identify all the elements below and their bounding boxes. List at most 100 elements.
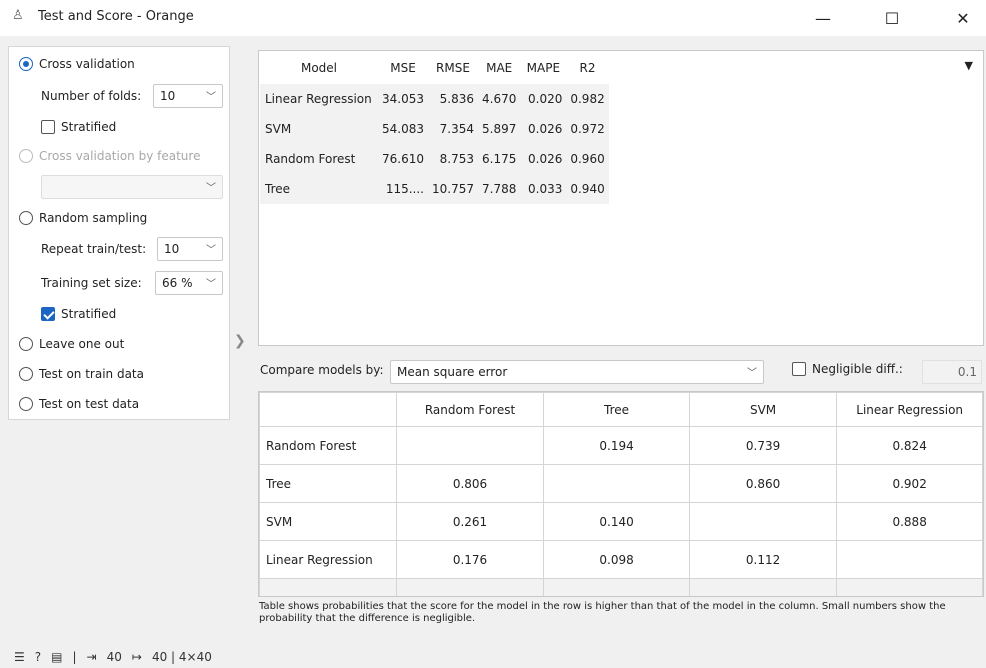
column-header: SVM <box>688 392 838 427</box>
window-title: Test and Score - Orange <box>38 9 194 24</box>
title-bar: ♙ Test and Score - Orange — ☐ ✕ <box>0 0 986 36</box>
table-cell: 0.824 <box>836 426 983 465</box>
row-header: SVM <box>259 502 397 541</box>
number-of-folds-select[interactable]: 10 ﹀ <box>153 84 223 108</box>
table-cell: 5.897 <box>478 114 521 144</box>
table-cell: 54.083 <box>378 114 428 144</box>
table-row[interactable]: SVM 54.083 7.354 5.897 0.026 0.972 <box>260 114 609 144</box>
training-set-size-select[interactable]: 66 % ﹀ <box>155 271 223 295</box>
table-cell: 0.972 <box>566 114 609 144</box>
test-on-train-label: Test on train data <box>39 367 144 381</box>
model-name: SVM <box>260 114 378 144</box>
table-cell: 10.757 <box>428 174 478 204</box>
stratified-rs-option[interactable]: Stratified <box>41 303 116 325</box>
evaluation-table: Model MSE RMSE MAE MAPE R2 Linear Regres… <box>260 52 609 204</box>
menu-icon[interactable]: ☰ <box>14 650 25 664</box>
column-header[interactable]: Model <box>260 52 378 84</box>
chevron-right-icon[interactable]: ❯ <box>234 333 246 349</box>
chevron-down-icon: ﹀ <box>206 245 216 256</box>
column-header[interactable]: MAE <box>478 52 521 84</box>
column-header[interactable]: R2 <box>566 52 609 84</box>
table-cell: 5.836 <box>428 84 478 114</box>
column-header[interactable]: MAPE <box>520 52 567 84</box>
table-row: Linear Regression 0.176 0.098 0.112 <box>259 540 983 579</box>
column-header: Random Forest <box>395 392 545 427</box>
chevron-down-icon: ﹀ <box>206 92 216 103</box>
checkbox-checked-icon[interactable] <box>41 307 55 321</box>
compare-metric-select[interactable]: Mean square error ﹀ <box>390 360 764 384</box>
chevron-down-icon: ﹀ <box>747 368 757 379</box>
column-header: Linear Regression <box>836 392 983 427</box>
table-cell <box>836 540 983 579</box>
compare-metric-value: Mean square error <box>397 365 508 379</box>
radio-icon[interactable] <box>19 367 33 381</box>
comparison-panel: Random Forest Tree SVM Linear Regression… <box>258 391 984 597</box>
leave-one-out-option[interactable]: Leave one out <box>19 333 124 355</box>
cross-validation-option[interactable]: Cross validation <box>19 53 135 75</box>
checkbox-icon[interactable] <box>792 362 806 376</box>
table-cell: 0.860 <box>688 464 838 503</box>
filler-cell <box>395 578 545 596</box>
close-button[interactable]: ✕ <box>940 0 986 36</box>
repeat-train-test-select[interactable]: 10 ﹀ <box>157 237 223 261</box>
test-on-train-option[interactable]: Test on train data <box>19 363 144 385</box>
checkbox-icon[interactable] <box>41 120 55 134</box>
stratified-cv-label: Stratified <box>61 120 117 134</box>
table-cell <box>688 502 838 541</box>
table-cell: 0.020 <box>520 84 567 114</box>
comparison-header-row: Random Forest Tree SVM Linear Regression <box>259 392 983 427</box>
cv-by-feature-option: Cross validation by feature <box>19 145 200 167</box>
random-sampling-label: Random sampling <box>39 211 148 225</box>
output-icon: ↦ <box>131 650 142 664</box>
table-row[interactable]: Random Forest 76.610 8.753 6.175 0.026 0… <box>260 144 609 174</box>
table-cell: 4.670 <box>478 84 521 114</box>
table-cell: 7.354 <box>428 114 478 144</box>
negligible-diff-option[interactable]: Negligible diff.: <box>792 362 903 376</box>
input-count: 40 <box>106 650 122 664</box>
table-row[interactable]: Tree 115.... 10.757 7.788 0.033 0.940 <box>260 174 609 204</box>
radio-icon[interactable] <box>19 397 33 411</box>
filler-cell <box>688 578 838 596</box>
minimize-button[interactable]: — <box>800 0 846 36</box>
help-icon[interactable]: ? <box>35 650 41 664</box>
table-row: SVM 0.261 0.140 0.888 <box>259 502 983 541</box>
table-cell: 0.098 <box>543 540 690 579</box>
report-icon[interactable]: ▤ <box>51 650 62 664</box>
chevron-down-icon: ﹀ <box>206 279 216 290</box>
radio-icon[interactable] <box>19 337 33 351</box>
test-on-test-label: Test on test data <box>39 397 140 411</box>
column-header[interactable]: MSE <box>378 52 428 84</box>
table-cell: 6.175 <box>478 144 521 174</box>
filler-cell <box>543 578 690 596</box>
chevron-down-icon: ﹀ <box>206 183 216 194</box>
column-header: Tree <box>543 392 690 427</box>
table-row[interactable]: Linear Regression 34.053 5.836 4.670 0.0… <box>260 84 609 114</box>
column-menu-icon[interactable]: ▼ <box>965 59 973 72</box>
negligible-diff-input[interactable]: 0.1 <box>922 360 982 384</box>
training-set-size-value: 66 % <box>162 276 193 290</box>
table-cell: 34.053 <box>378 84 428 114</box>
table-row: Random Forest 0.194 0.739 0.824 <box>259 426 983 465</box>
test-on-test-option[interactable]: Test on test data <box>19 393 139 415</box>
evaluation-results-panel: ﹀ Model MSE RMSE MAE MAPE R2 Linear Regr… <box>258 50 984 346</box>
table-cell: 8.753 <box>428 144 478 174</box>
radio-selected-icon[interactable] <box>19 57 33 71</box>
row-header: Random Forest <box>259 426 397 465</box>
corner-cell <box>259 392 397 427</box>
table-cell: 0.960 <box>566 144 609 174</box>
table-row: Tree 0.806 0.860 0.902 <box>259 464 983 503</box>
model-name: Random Forest <box>260 144 378 174</box>
radio-icon[interactable] <box>19 211 33 225</box>
status-bar: ☰ ? ▤ | ⇥ 40 ↦ 40 | 4×40 <box>0 646 986 668</box>
number-of-folds-label: Number of folds: <box>41 89 142 103</box>
negligible-diff-label: Negligible diff.: <box>812 362 903 376</box>
random-sampling-option[interactable]: Random sampling <box>19 207 147 229</box>
table-cell <box>395 426 545 465</box>
table-cell: 0.176 <box>395 540 545 579</box>
table-cell: 0.739 <box>688 426 838 465</box>
stratified-cv-option[interactable]: Stratified <box>41 116 116 138</box>
maximize-button[interactable]: ☐ <box>869 0 915 36</box>
table-cell: 0.940 <box>566 174 609 204</box>
column-header[interactable]: RMSE <box>428 52 478 84</box>
filler-row <box>259 578 983 596</box>
